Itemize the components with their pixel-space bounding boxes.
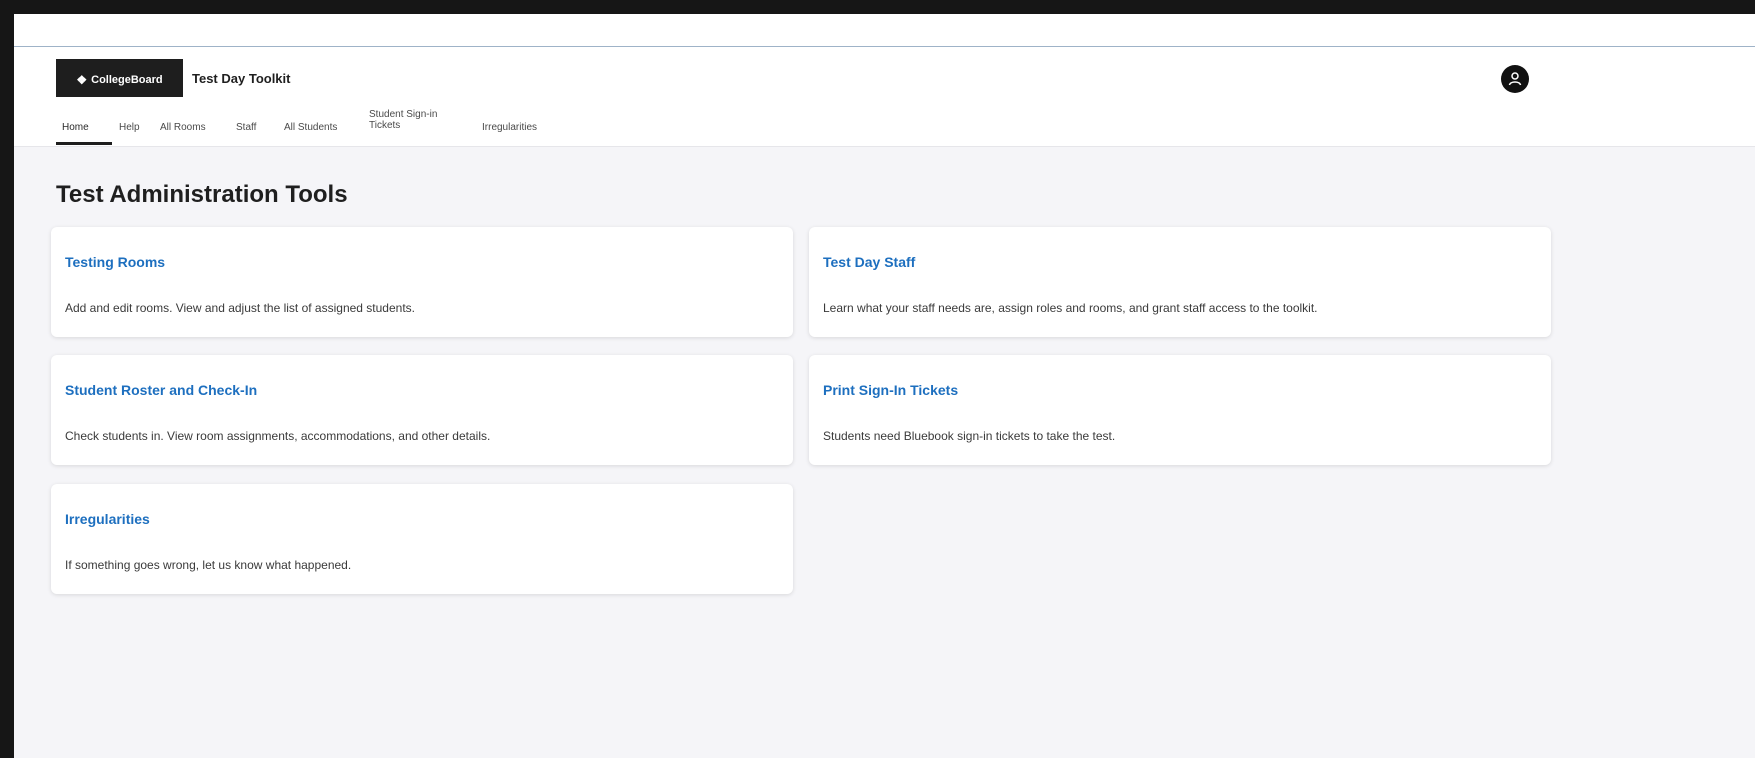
app-title: Test Day Toolkit bbox=[192, 71, 291, 86]
card-description: Add and edit rooms. View and adjust the … bbox=[65, 301, 415, 315]
collegeboard-logo[interactable]: ❖ CollegeBoard bbox=[56, 59, 183, 100]
main-nav: Home Help All Rooms Staff All Students S… bbox=[14, 97, 1755, 147]
card-title-link[interactable]: Print Sign-In Tickets bbox=[823, 382, 958, 398]
card-test-day-staff[interactable]: Test Day Staff Learn what your staff nee… bbox=[809, 227, 1551, 337]
nav-irregularities[interactable]: Irregularities bbox=[482, 122, 537, 133]
person-icon bbox=[1508, 72, 1522, 86]
card-title-link[interactable]: Irregularities bbox=[65, 511, 150, 527]
card-irregularities[interactable]: Irregularities If something goes wrong, … bbox=[51, 484, 793, 594]
app-header: ❖ CollegeBoard Test Day Toolkit bbox=[14, 47, 1755, 100]
browser-top-strip bbox=[14, 14, 1755, 47]
nav-home[interactable]: Home bbox=[62, 122, 89, 133]
nav-all-rooms[interactable]: All Rooms bbox=[160, 122, 206, 133]
card-student-roster[interactable]: Student Roster and Check-In Check studen… bbox=[51, 355, 793, 465]
card-description: If something goes wrong, let us know wha… bbox=[65, 558, 352, 572]
nav-active-indicator bbox=[56, 142, 112, 145]
user-avatar-icon[interactable] bbox=[1501, 65, 1529, 93]
page-title: Test Administration Tools bbox=[56, 181, 348, 208]
nav-student-sign-in-tickets[interactable]: Student Sign-in Tickets bbox=[369, 109, 479, 131]
card-testing-rooms[interactable]: Testing Rooms Add and edit rooms. View a… bbox=[51, 227, 793, 337]
nav-all-students[interactable]: All Students bbox=[284, 122, 337, 133]
card-description: Learn what your staff needs are, assign … bbox=[823, 301, 1318, 315]
card-title-link[interactable]: Student Roster and Check-In bbox=[65, 382, 257, 398]
card-description: Check students in. View room assignments… bbox=[65, 429, 491, 443]
nav-help[interactable]: Help bbox=[119, 122, 140, 133]
brand-label: CollegeBoard bbox=[91, 73, 163, 86]
card-title-link[interactable]: Testing Rooms bbox=[65, 254, 165, 270]
nav-staff[interactable]: Staff bbox=[236, 122, 256, 133]
app-window: ❖ CollegeBoard Test Day Toolkit Home Hel… bbox=[0, 0, 1755, 758]
card-description: Students need Bluebook sign-in tickets t… bbox=[823, 429, 1116, 443]
card-title-link[interactable]: Test Day Staff bbox=[823, 254, 915, 270]
card-print-sign-in-tickets[interactable]: Print Sign-In Tickets Students need Blue… bbox=[809, 355, 1551, 465]
acorn-icon: ❖ bbox=[76, 72, 88, 87]
